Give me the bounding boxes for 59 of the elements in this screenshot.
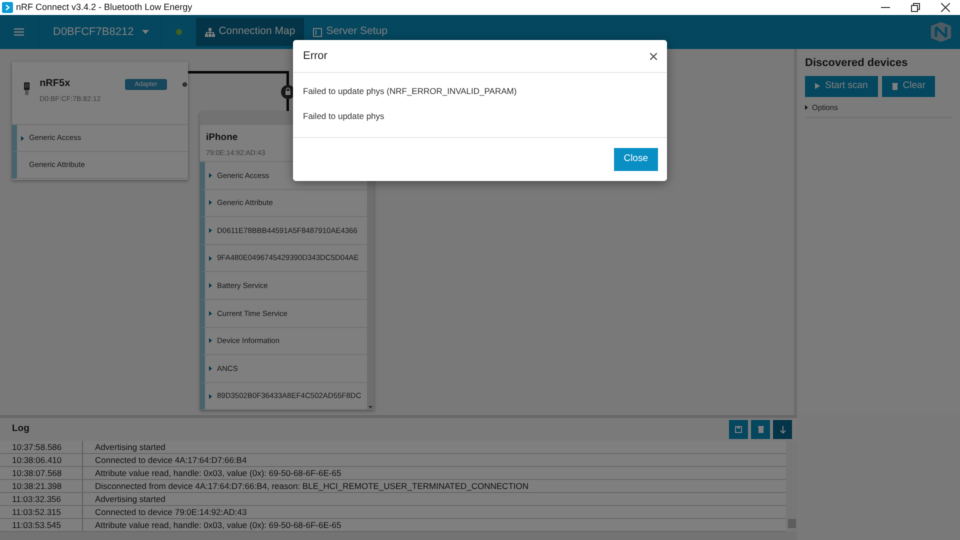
restore-icon	[910, 3, 920, 12]
play-icon	[815, 83, 820, 89]
log-message: Advertising started	[94, 493, 166, 505]
log-message: Disconnected from device 4A:17:64:D7:66:B4, reason: BLE_HCI_REMOTE_USER_TERMINATED_CONNECTION	[94, 480, 528, 492]
caret-right-icon	[209, 338, 212, 344]
close-icon	[940, 3, 950, 12]
log-message: Connected to device 4A:17:64:D7:66:B4	[94, 454, 247, 466]
caret-right-icon	[209, 394, 212, 399]
log-message: Connected to device 79:0E:14:92:AD:43	[94, 506, 247, 518]
log-time: 11:03:32.356	[0, 493, 83, 505]
sitemap-icon	[204, 28, 215, 36]
caret-right-icon	[209, 200, 212, 206]
caret-right-icon	[209, 283, 212, 288]
settings-icon[interactable]	[182, 79, 188, 90]
log-title: Log	[12, 422, 30, 436]
log-time: 10:38:07.568	[0, 467, 83, 479]
scroll-down-icon[interactable]	[367, 404, 374, 410]
log-time: 10:38:06.410	[0, 454, 83, 466]
log-message: Attribute value read, handle: 0x03, value (0x): 69-50-68-6F-6E-65	[94, 467, 342, 479]
log-time: 11:03:53.545	[0, 519, 83, 531]
log-time: 11:03:52.315	[0, 506, 83, 518]
arrow-down-icon	[780, 426, 786, 434]
caret-right-icon	[805, 104, 808, 110]
device-name: nRF5x	[40, 77, 72, 91]
panel-title: Discovered devices	[805, 56, 909, 71]
log-time: 10:37:58.586	[0, 441, 83, 453]
log-time: 10:38:21.398	[0, 480, 83, 492]
clear-log-button[interactable]	[751, 420, 770, 439]
caret-icon	[142, 30, 149, 34]
log-message: Attribute value read, handle: 0x03, value (0x): 69-50-68-6F-6E-65	[94, 519, 342, 531]
log-message: Advertising started	[94, 441, 166, 453]
save-button[interactable]	[729, 420, 748, 439]
nav-tab[interactable]: Server Setup	[304, 18, 396, 46]
close-dialog-button[interactable]: Close	[614, 148, 658, 171]
clear-button[interactable]: Clear	[882, 76, 936, 96]
close-button[interactable]	[650, 52, 657, 60]
nav-tab[interactable]: Connection Map	[196, 18, 304, 46]
device-name: iPhone	[206, 131, 239, 145]
caret-right-icon	[209, 228, 212, 233]
menu-icon	[14, 28, 24, 36]
trash-icon	[758, 426, 764, 433]
error-message: Failed to update phys (NRF_ERROR_INVALID_PARAM)	[303, 85, 518, 98]
caret-right-icon	[209, 310, 212, 316]
scrollbar[interactable]	[0, 532, 797, 540]
error-message: Failed to update phys	[303, 110, 386, 122]
device-selector[interactable]: D0BFCF7B8212	[38, 17, 162, 47]
trash-icon	[892, 82, 898, 90]
save-icon	[735, 426, 742, 433]
caret-right-icon	[21, 136, 24, 140]
autoscroll-button[interactable]	[773, 420, 792, 439]
close-icon	[650, 52, 657, 60]
caret-right-icon	[209, 366, 212, 371]
caret-right-icon	[209, 256, 212, 261]
window-title: nRF Connect v3.4.2 - Bluetooth Low Energy	[16, 0, 192, 14]
server-icon	[313, 28, 322, 36]
caret-right-icon	[209, 172, 212, 178]
start-scan-button[interactable]: Start scan	[805, 76, 878, 96]
dialog-title: Error	[303, 48, 328, 64]
nordic-logo-icon	[930, 22, 952, 42]
